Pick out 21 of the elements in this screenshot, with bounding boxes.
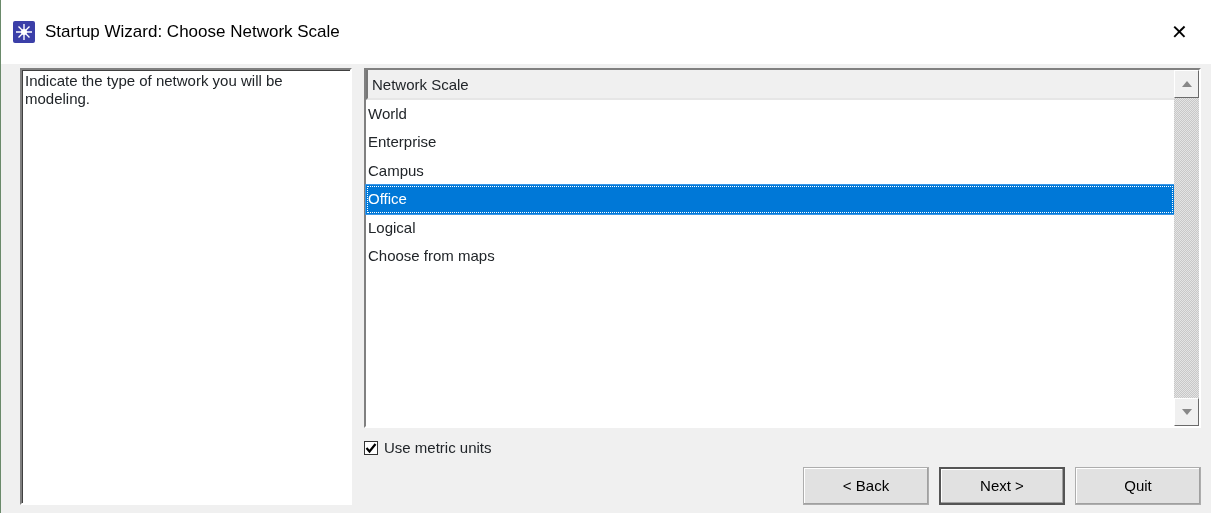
list-item[interactable]: Choose from maps: [366, 242, 1174, 271]
list-item[interactable]: Logical: [366, 213, 1174, 242]
scroll-down-button[interactable]: [1174, 397, 1199, 426]
list-item[interactable]: Office: [366, 185, 1174, 214]
close-button[interactable]: ✕: [1159, 11, 1199, 52]
scrollbar[interactable]: [1174, 69, 1199, 426]
window-title: Startup Wizard: Choose Network Scale: [45, 21, 340, 43]
up-arrow-icon: [1181, 80, 1192, 87]
wizard-button[interactable]: < Back: [803, 467, 929, 505]
list-item[interactable]: Enterprise: [366, 128, 1174, 157]
down-arrow-icon: [1181, 408, 1192, 415]
list-item[interactable]: Campus: [366, 156, 1174, 185]
app-icon: [13, 20, 35, 43]
description-text: Indicate the type of network you will be modeling.: [20, 67, 352, 505]
list-item[interactable]: World: [366, 99, 1174, 128]
scroll-up-button[interactable]: [1174, 69, 1199, 98]
wizard-button[interactable]: Quit: [1075, 467, 1201, 505]
wizard-button[interactable]: Next >: [939, 467, 1065, 505]
checkbox-label[interactable]: Use metric units: [384, 436, 492, 459]
checkbox[interactable]: [364, 440, 378, 455]
column-header[interactable]: Network Scale: [366, 69, 1174, 100]
